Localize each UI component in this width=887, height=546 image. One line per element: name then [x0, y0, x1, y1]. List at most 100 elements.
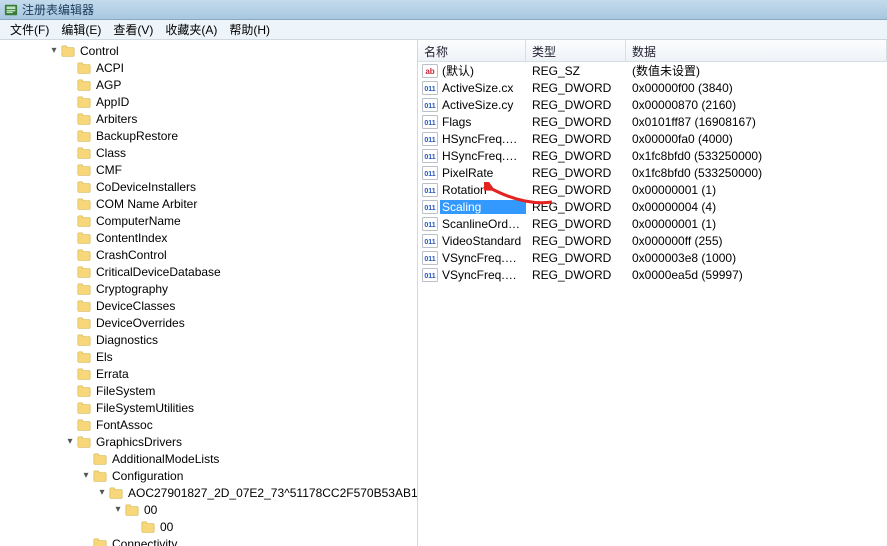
value-name: PixelRate: [440, 166, 526, 180]
tree-node-label: 00: [158, 520, 175, 534]
tree-node[interactable]: CMF: [0, 161, 417, 178]
window-title: 注册表编辑器: [22, 1, 94, 18]
tree-node[interactable]: COM Name Arbiter: [0, 195, 417, 212]
value-row[interactable]: 011ScanlineOrderingREG_DWORD0x00000001 (…: [418, 215, 887, 232]
value-row[interactable]: 011FlagsREG_DWORD0x0101ff87 (16908167): [418, 113, 887, 130]
tree-node[interactable]: Diagnostics: [0, 331, 417, 348]
tree-node[interactable]: Connectivity: [0, 535, 417, 546]
tree-node[interactable]: AppID: [0, 93, 417, 110]
tree-node[interactable]: ComputerName: [0, 212, 417, 229]
expander-none: [64, 79, 76, 91]
folder-icon: [77, 419, 91, 431]
expander-none: [64, 385, 76, 397]
tree-node[interactable]: ▾GraphicsDrivers: [0, 433, 417, 450]
tree-node[interactable]: ▾ AOC27901827_2D_07E2_73^51178CC2F570B53A…: [0, 484, 417, 501]
tree-node[interactable]: Cryptography: [0, 280, 417, 297]
expander-open-icon[interactable]: ▾: [96, 487, 108, 499]
tree-node-label: Class: [94, 146, 128, 160]
svg-text:011: 011: [424, 205, 435, 212]
tree-node-label: COM Name Arbiter: [94, 197, 199, 211]
expander-none: [64, 232, 76, 244]
tree-node-label: Control: [78, 44, 121, 58]
tree-node[interactable]: Els: [0, 348, 417, 365]
value-row[interactable]: 011ScalingREG_DWORD0x00000004 (4): [418, 198, 887, 215]
dword-value-icon: 011: [422, 149, 438, 163]
expander-none: [64, 402, 76, 414]
tree-node[interactable]: Errata: [0, 365, 417, 382]
expander-open-icon[interactable]: ▾: [112, 504, 124, 516]
value-row[interactable]: 011VSyncFreq.Den...REG_DWORD0x000003e8 (…: [418, 249, 887, 266]
menu-file[interactable]: 文件(F): [4, 19, 55, 40]
tree-node[interactable]: Class: [0, 144, 417, 161]
folder-icon: [77, 130, 91, 142]
expander-none: [64, 215, 76, 227]
values-pane[interactable]: 名称 类型 数据 ab(默认)REG_SZ(数值未设置)011ActiveSiz…: [418, 40, 887, 546]
value-row[interactable]: 011ActiveSize.cxREG_DWORD0x00000f00 (384…: [418, 79, 887, 96]
tree-node[interactable]: ▾00: [0, 501, 417, 518]
tree-node[interactable]: Arbiters: [0, 110, 417, 127]
value-row[interactable]: ab(默认)REG_SZ(数值未设置): [418, 62, 887, 79]
value-data: 0x0101ff87 (16908167): [626, 115, 887, 129]
column-data[interactable]: 数据: [626, 40, 887, 61]
column-name[interactable]: 名称: [418, 40, 526, 61]
value-row[interactable]: 011HSyncFreq.Nu...REG_DWORD0x1fc8bfd0 (5…: [418, 147, 887, 164]
app-icon: [4, 3, 18, 17]
tree-node[interactable]: CriticalDeviceDatabase: [0, 263, 417, 280]
tree-node[interactable]: CrashControl: [0, 246, 417, 263]
tree-node[interactable]: AdditionalModeLists: [0, 450, 417, 467]
value-row[interactable]: 011HSyncFreq.Den...REG_DWORD0x00000fa0 (…: [418, 130, 887, 147]
tree-node[interactable]: ACPI: [0, 59, 417, 76]
expander-none: [64, 300, 76, 312]
dword-value-icon: 011: [422, 183, 438, 197]
expander-none: [64, 62, 76, 74]
value-row[interactable]: 011PixelRateREG_DWORD0x1fc8bfd0 (5332500…: [418, 164, 887, 181]
svg-text:011: 011: [424, 256, 435, 263]
folder-icon: [93, 470, 107, 482]
value-row[interactable]: 011VSyncFreq.Nu...REG_DWORD0x0000ea5d (5…: [418, 266, 887, 283]
expander-none: [64, 198, 76, 210]
expander-none: [64, 419, 76, 431]
tree-pane[interactable]: ▾ ControlACPIAGPAppIDArbitersBackupRestor…: [0, 40, 418, 546]
menu-edit[interactable]: 编辑(E): [55, 19, 107, 40]
expander-open-icon[interactable]: ▾: [48, 45, 60, 57]
menu-view[interactable]: 查看(V): [107, 19, 159, 40]
expander-none: [80, 453, 92, 465]
column-type[interactable]: 类型: [526, 40, 626, 61]
svg-text:011: 011: [424, 273, 435, 280]
tree-node-label: AOC27901827_2D_07E2_73^51178CC2F570B53AB…: [126, 486, 418, 500]
menu-favorites[interactable]: 收藏夹(A): [159, 19, 223, 40]
tree-node-label: DeviceOverrides: [94, 316, 187, 330]
tree-node[interactable]: FileSystemUtilities: [0, 399, 417, 416]
value-data: 0x00000001 (1): [626, 183, 887, 197]
value-name: ScanlineOrdering: [440, 217, 526, 231]
tree-node-label: Errata: [94, 367, 131, 381]
expander-open-icon[interactable]: ▾: [64, 436, 76, 448]
svg-text:ab: ab: [425, 67, 434, 76]
dword-value-icon: 011: [422, 268, 438, 282]
tree-node[interactable]: 00: [0, 518, 417, 535]
tree-node[interactable]: ▾ Control: [0, 42, 417, 59]
expander-none: [64, 164, 76, 176]
folder-icon: [77, 249, 91, 261]
tree-node[interactable]: DeviceClasses: [0, 297, 417, 314]
value-row[interactable]: 011RotationREG_DWORD0x00000001 (1): [418, 181, 887, 198]
tree-node[interactable]: FontAssoc: [0, 416, 417, 433]
value-type: REG_DWORD: [526, 149, 626, 163]
expander-none: [64, 317, 76, 329]
expander-none: [64, 96, 76, 108]
tree-node[interactable]: ContentIndex: [0, 229, 417, 246]
tree-node[interactable]: ▾Configuration: [0, 467, 417, 484]
value-row[interactable]: 011VideoStandardREG_DWORD0x000000ff (255…: [418, 232, 887, 249]
value-name: VideoStandard: [440, 234, 526, 248]
folder-icon: [77, 198, 91, 210]
menu-help[interactable]: 帮助(H): [223, 19, 276, 40]
tree-node[interactable]: FileSystem: [0, 382, 417, 399]
value-row[interactable]: 011ActiveSize.cyREG_DWORD0x00000870 (216…: [418, 96, 887, 113]
tree-node[interactable]: CoDeviceInstallers: [0, 178, 417, 195]
tree-node[interactable]: DeviceOverrides: [0, 314, 417, 331]
value-name: VSyncFreq.Nu...: [440, 268, 526, 282]
dword-value-icon: 011: [422, 98, 438, 112]
tree-node[interactable]: AGP: [0, 76, 417, 93]
expander-open-icon[interactable]: ▾: [80, 470, 92, 482]
tree-node[interactable]: BackupRestore: [0, 127, 417, 144]
